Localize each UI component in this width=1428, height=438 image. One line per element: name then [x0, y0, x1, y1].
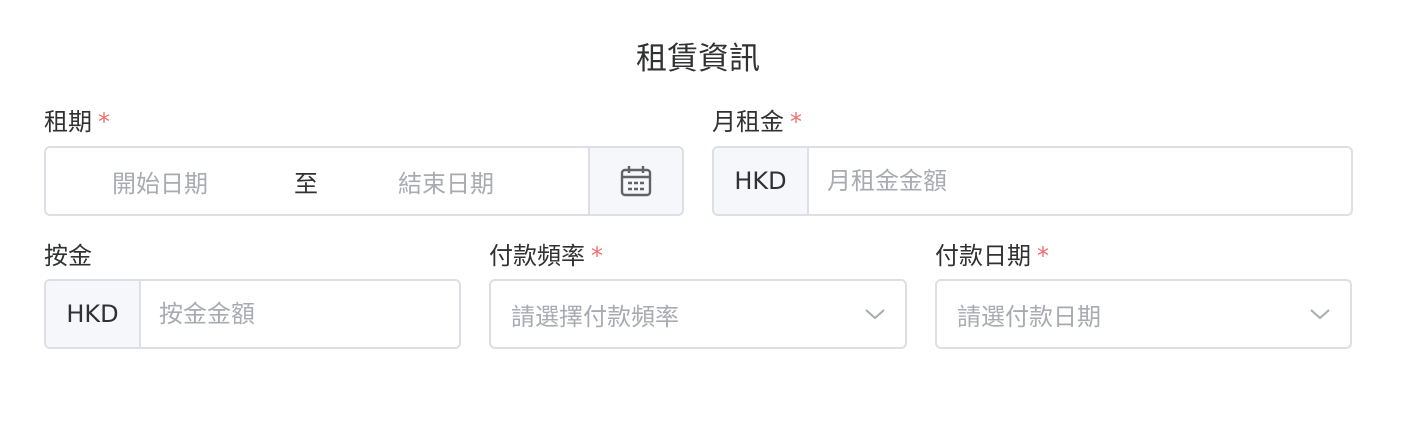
- range-separator: 至: [294, 169, 318, 198]
- start-date-input[interactable]: 開始日期: [90, 164, 230, 199]
- payment-date-label: 付款日期 *: [935, 240, 1049, 272]
- monthly-rent-label-text: 月租金: [712, 108, 784, 136]
- deposit-input-group: HKD: [44, 279, 461, 349]
- payment-date-placeholder: 請選付款日期: [957, 302, 1101, 331]
- chevron-down-icon: [845, 307, 905, 321]
- required-mark: *: [591, 242, 603, 270]
- payment-frequency-placeholder: 請選擇付款頻率: [511, 302, 679, 331]
- payment-frequency-label-text: 付款頻率: [489, 242, 585, 270]
- payment-date-label-text: 付款日期: [935, 242, 1031, 270]
- payment-frequency-label: 付款頻率 *: [489, 240, 603, 272]
- calendar-button[interactable]: [588, 148, 682, 214]
- lease-term-date-range[interactable]: 開始日期 至 結束日期: [44, 146, 684, 216]
- monthly-rent-input-group: HKD: [712, 146, 1353, 216]
- calendar-icon: [620, 166, 652, 197]
- deposit-label: 按金: [44, 240, 92, 272]
- end-date-input[interactable]: 結束日期: [376, 164, 516, 199]
- monthly-rent-label: 月租金 *: [712, 106, 802, 138]
- currency-prefix: HKD: [46, 281, 141, 347]
- required-mark: *: [1037, 242, 1049, 270]
- required-mark: *: [98, 108, 110, 136]
- payment-date-select[interactable]: 請選付款日期: [935, 279, 1352, 349]
- currency-prefix: HKD: [714, 148, 809, 214]
- monthly-rent-input[interactable]: [809, 148, 1351, 214]
- lease-term-label-text: 租期: [44, 108, 92, 136]
- chevron-down-icon: [1290, 307, 1350, 321]
- lease-term-label: 租期 *: [44, 106, 110, 138]
- section-title: 租賃資訊: [636, 41, 760, 77]
- deposit-input[interactable]: [141, 281, 459, 347]
- deposit-label-text: 按金: [44, 242, 92, 270]
- payment-frequency-select[interactable]: 請選擇付款頻率: [489, 279, 907, 349]
- required-mark: *: [790, 108, 802, 136]
- lease-info-form: 租賃資訊 租期 * 開始日期 至 結束日期 月租金 * HKD 月租金金額 按金…: [0, 0, 1428, 438]
